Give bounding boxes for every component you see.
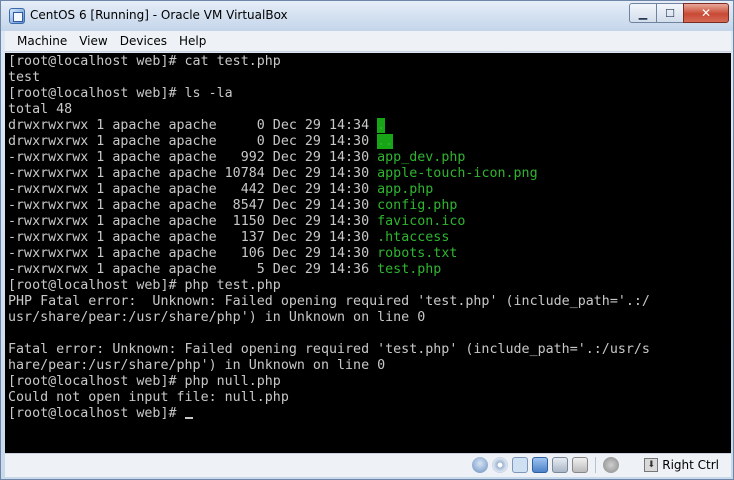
file-listing-meta: -rwxrwxrwx 1 apache apache 137 Dec 29 14… <box>8 230 378 245</box>
terminal-text: Could not open input file: null.php <box>8 390 289 405</box>
terminal-line: -rwxrwxrwx 1 apache apache 1150 Dec 29 1… <box>8 214 731 230</box>
terminal-text: total 48 <box>8 102 73 117</box>
terminal-text: [root@localhost web]# <box>8 406 185 421</box>
terminal-line: [root@localhost web]# <box>8 406 731 422</box>
terminal-line: drwxrwxrwx 1 apache apache 0 Dec 29 14:3… <box>8 134 731 150</box>
file-name: robots.txt <box>377 246 458 261</box>
terminal-line: PHP Fatal error: Unknown: Failed opening… <box>8 294 731 310</box>
terminal-line: -rwxrwxrwx 1 apache apache 106 Dec 29 14… <box>8 246 731 262</box>
file-name: apple-touch-icon.png <box>377 166 538 181</box>
hard-disk-icon[interactable] <box>472 457 488 473</box>
close-button[interactable]: ✕ <box>683 3 729 23</box>
optical-drive-icon[interactable] <box>492 457 508 473</box>
file-name: config.php <box>377 198 458 213</box>
terminal-line: -rwxrwxrwx 1 apache apache 137 Dec 29 14… <box>8 230 731 246</box>
text-cursor <box>184 417 193 419</box>
file-listing-meta: drwxrwxrwx 1 apache apache 0 Dec 29 14:3… <box>8 118 378 133</box>
recording-icon[interactable] <box>572 457 588 473</box>
terminal-line: hare/pear:/usr/share/php') in Unknown on… <box>8 358 731 374</box>
directory-name: .. <box>377 134 394 149</box>
terminal-line: -rwxrwxrwx 1 apache apache 442 Dec 29 14… <box>8 182 731 198</box>
file-listing-meta: -rwxrwxrwx 1 apache apache 10784 Dec 29 … <box>8 166 378 181</box>
menu-help[interactable]: Help <box>173 31 212 52</box>
host-key-label: Right Ctrl <box>662 458 719 472</box>
terminal-line: usr/share/pear:/usr/share/php') in Unkno… <box>8 310 731 326</box>
network-icon[interactable] <box>552 457 568 473</box>
terminal-line: [root@localhost web]# php null.php <box>8 374 731 390</box>
terminal-line: [root@localhost web]# php test.php <box>8 278 731 294</box>
keyboard-capture-icon: ⬇ <box>644 458 659 472</box>
menu-devices[interactable]: Devices <box>114 31 173 52</box>
terminal-text: Fatal error: Unknown: Failed opening req… <box>8 342 650 357</box>
menu-bar: Machine View Devices Help <box>5 31 731 52</box>
terminal-text: [root@localhost web]# cat test.php <box>8 54 281 69</box>
terminal-line: Could not open input file: null.php <box>8 390 731 406</box>
status-bar: ⬇ Right Ctrl <box>5 453 731 477</box>
file-listing-meta: -rwxrwxrwx 1 apache apache 106 Dec 29 14… <box>8 246 378 261</box>
terminal-text: hare/pear:/usr/share/php') in Unknown on… <box>8 358 386 373</box>
menu-machine[interactable]: Machine <box>5 31 73 52</box>
file-listing-meta: -rwxrwxrwx 1 apache apache 1150 Dec 29 1… <box>8 214 378 229</box>
minimize-button[interactable]: ▁ <box>629 3 656 23</box>
vm-console-screen[interactable]: [root@localhost web]# cat test.php test [r… <box>5 53 731 453</box>
file-listing-meta: -rwxrwxrwx 1 apache apache 992 Dec 29 14… <box>8 150 378 165</box>
file-listing-meta: -rwxrwxrwx 1 apache apache 442 Dec 29 14… <box>8 182 378 197</box>
host-key-indicator[interactable]: ⬇ Right Ctrl <box>644 458 719 472</box>
file-name: app.php <box>377 182 434 197</box>
terminal-line: -rwxrwxrwx 1 apache apache 5 Dec 29 14:3… <box>8 262 731 278</box>
maximize-button[interactable]: ☐ <box>656 3 683 23</box>
directory-name: . <box>377 118 386 133</box>
virtualbox-window: CentOS 6 [Running] - Oracle VM VirtualBo… <box>0 0 734 480</box>
device-indicators <box>472 457 619 473</box>
terminal-line: total 48 <box>8 102 731 118</box>
terminal-line: [root@localhost web]# cat test.php <box>8 54 731 70</box>
terminal-text: [root@localhost web]# php test.php <box>8 278 281 293</box>
terminal-text: [root@localhost web]# ls -la <box>8 86 233 101</box>
terminal-text: test <box>8 70 41 85</box>
file-listing-meta: drwxrwxrwx 1 apache apache 0 Dec 29 14:3… <box>8 134 378 149</box>
terminal-line: -rwxrwxrwx 1 apache apache 8547 Dec 29 1… <box>8 198 731 214</box>
file-listing-meta: -rwxrwxrwx 1 apache apache 5 Dec 29 14:3… <box>8 262 378 277</box>
mouse-integration-icon[interactable] <box>603 457 619 473</box>
terminal-text: PHP Fatal error: Unknown: Failed opening… <box>8 294 650 309</box>
file-name: favicon.ico <box>377 214 466 229</box>
terminal-line: -rwxrwxrwx 1 apache apache 992 Dec 29 14… <box>8 150 731 166</box>
file-name: .htaccess <box>377 230 450 245</box>
terminal-text: usr/share/pear:/usr/share/php') in Unkno… <box>8 310 426 325</box>
terminal-text: [root@localhost web]# php null.php <box>8 374 281 389</box>
terminal-line: [root@localhost web]# ls -la <box>8 86 731 102</box>
window-controls: ▁ ☐ ✕ <box>629 3 729 23</box>
file-name: app_dev.php <box>377 150 466 165</box>
virtualbox-app-icon[interactable] <box>9 8 25 24</box>
terminal-line: test <box>8 70 731 86</box>
status-separator <box>595 457 596 473</box>
terminal-line: drwxrwxrwx 1 apache apache 0 Dec 29 14:3… <box>8 118 731 134</box>
title-bar[interactable]: CentOS 6 [Running] - Oracle VM VirtualBo… <box>1 1 733 31</box>
menu-view[interactable]: View <box>73 31 113 52</box>
usb-icon[interactable] <box>512 457 528 473</box>
shared-folder-icon[interactable] <box>532 457 548 473</box>
terminal-line: -rwxrwxrwx 1 apache apache 10784 Dec 29 … <box>8 166 731 182</box>
window-title: CentOS 6 [Running] - Oracle VM VirtualBo… <box>30 8 288 22</box>
terminal-line: Fatal error: Unknown: Failed opening req… <box>8 342 731 358</box>
file-name: test.php <box>377 262 442 277</box>
file-listing-meta: -rwxrwxrwx 1 apache apache 8547 Dec 29 1… <box>8 198 378 213</box>
